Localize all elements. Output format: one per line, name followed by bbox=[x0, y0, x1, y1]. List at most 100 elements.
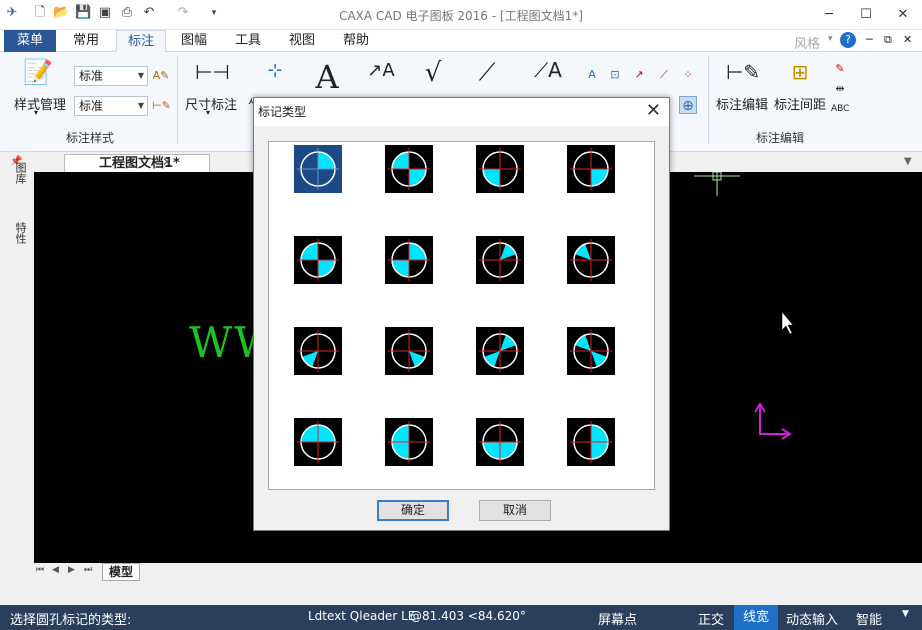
window-title: CAXA CAD 电子图板 2016 - [工程图文档1*] bbox=[339, 9, 583, 23]
mouse-pointer-icon bbox=[781, 311, 794, 335]
mark-type-option[interactable] bbox=[567, 145, 615, 193]
coordinate-icon[interactable]: ⊹ bbox=[260, 60, 290, 81]
separator bbox=[708, 56, 709, 144]
dialog-titlebar: 标记类型 ✕ bbox=[254, 98, 669, 126]
mark-type-option[interactable] bbox=[476, 236, 524, 284]
annotation-edit-button[interactable]: 标注编辑 bbox=[714, 94, 770, 113]
dim-style-value: 标准 bbox=[79, 99, 104, 113]
dim-style-icon[interactable]: ⊢✎ bbox=[152, 97, 171, 115]
roughness-icon[interactable]: √ bbox=[418, 58, 448, 88]
chamfer-icon[interactable]: ⟋ bbox=[655, 66, 673, 84]
smart-snap-toggle[interactable]: 智能 bbox=[856, 609, 882, 628]
align-annotation-icon[interactable]: ⇹ bbox=[831, 80, 849, 98]
text-style-combo[interactable]: 标准 ▼ bbox=[74, 66, 148, 86]
tab-menu[interactable]: 菜单 bbox=[4, 30, 56, 52]
text-icon[interactable]: A bbox=[312, 58, 342, 96]
style-manager-dropdown-icon[interactable]: ▾ bbox=[34, 108, 38, 117]
text-style-icon[interactable]: A✎ bbox=[152, 67, 170, 85]
status-bar: 选择圆孔标记的类型: Ldtext Qleader LE @81.403 <84… bbox=[0, 605, 922, 630]
dimension-icon[interactable]: ⊢⊣ bbox=[195, 60, 230, 84]
mark-type-option[interactable] bbox=[567, 327, 615, 375]
mark-type-grid bbox=[268, 141, 655, 490]
hole-mark-icon bbox=[297, 239, 339, 281]
mark-type-option[interactable] bbox=[567, 418, 615, 466]
status-menu-icon[interactable]: ▼ bbox=[902, 609, 909, 619]
mark-type-option[interactable] bbox=[294, 145, 342, 193]
dynamic-input-toggle[interactable]: 动态输入 bbox=[786, 609, 838, 628]
first-layout-icon[interactable]: ⏮ bbox=[36, 565, 44, 575]
mark-type-option[interactable] bbox=[385, 418, 433, 466]
dimension-dropdown-icon[interactable]: ▾ bbox=[206, 108, 210, 117]
dim-style-combo[interactable]: 标准 ▼ bbox=[74, 96, 148, 116]
ribbon-close-icon[interactable]: ✕ bbox=[903, 33, 912, 46]
left-side-panel: 📌 图库 特性 bbox=[0, 152, 34, 572]
hole-array-icon[interactable]: ⁘ bbox=[679, 66, 697, 84]
dialog-close-icon[interactable]: ✕ bbox=[646, 100, 661, 121]
tab-common[interactable]: 常用 bbox=[62, 30, 110, 52]
dimension-button[interactable]: 尺寸标注 bbox=[182, 94, 240, 113]
crosshair-cursor bbox=[694, 172, 740, 196]
mark-type-option[interactable] bbox=[385, 327, 433, 375]
geometric-tolerance-icon[interactable]: ⟋A bbox=[532, 58, 564, 82]
mark-type-option[interactable] bbox=[476, 327, 524, 375]
close-icon[interactable]: ✕ bbox=[893, 6, 913, 24]
side-tab-properties[interactable]: 特性 bbox=[10, 222, 28, 244]
style-dropdown-icon[interactable]: ▾ bbox=[828, 34, 833, 44]
ribbon-minimize-icon[interactable]: ─ bbox=[866, 33, 873, 46]
document-tab[interactable]: 工程图文档1* bbox=[64, 154, 210, 173]
ribbon-tabs: 菜单 常用 标注 图幅 工具 视图 帮助 风格 ▾ ? ─ ⧉ ✕ bbox=[0, 30, 922, 52]
hole-mark-icon bbox=[479, 421, 521, 463]
prev-layout-icon[interactable]: ◀ bbox=[52, 565, 59, 575]
cancel-button[interactable]: 取消 bbox=[479, 500, 551, 521]
style-label[interactable]: 风格 bbox=[794, 33, 820, 52]
command-history: Ldtext Qleader LE bbox=[308, 609, 416, 623]
tab-tools[interactable]: 工具 bbox=[224, 30, 272, 52]
tab-list-dropdown-icon[interactable]: ▼ bbox=[904, 156, 912, 167]
linewidth-toggle[interactable]: 线宽 bbox=[734, 605, 778, 630]
separator bbox=[177, 56, 178, 144]
arc-annotation-icon[interactable]: ↗ bbox=[630, 66, 648, 84]
hole-mark-icon[interactable]: ⊕ bbox=[679, 96, 697, 114]
next-layout-icon[interactable]: ▶ bbox=[68, 565, 75, 575]
minimize-icon[interactable]: ─ bbox=[819, 6, 839, 24]
mark-type-option[interactable] bbox=[385, 236, 433, 284]
mark-type-option[interactable] bbox=[385, 145, 433, 193]
style-manager-button[interactable]: 样式管理 bbox=[10, 94, 70, 113]
mark-type-option[interactable] bbox=[294, 327, 342, 375]
mark-type-option[interactable] bbox=[567, 236, 615, 284]
hole-mark-icon bbox=[479, 239, 521, 281]
weld-symbol-icon[interactable]: ⟋ bbox=[472, 58, 502, 86]
mark-type-option[interactable] bbox=[476, 418, 524, 466]
tab-help[interactable]: 帮助 bbox=[332, 30, 380, 52]
annotation-spacing-icon[interactable]: ⊞ bbox=[785, 60, 815, 84]
hole-mark-icon bbox=[388, 239, 430, 281]
help-icon[interactable]: ? bbox=[840, 32, 856, 48]
style-manager-icon[interactable]: 📝 bbox=[20, 58, 56, 88]
screen-point-mode[interactable]: 屏幕点 bbox=[598, 609, 637, 628]
close-doc-icon[interactable]: ✕ bbox=[162, 155, 172, 169]
spell-check-icon[interactable]: ABC bbox=[831, 100, 849, 118]
maximize-icon[interactable]: ☐ bbox=[856, 6, 876, 24]
ribbon-restore-icon[interactable]: ⧉ bbox=[884, 33, 892, 47]
hole-mark-icon bbox=[570, 148, 612, 190]
tab-sheet[interactable]: 图幅 bbox=[170, 30, 218, 52]
mark-type-option[interactable] bbox=[294, 236, 342, 284]
hole-mark-icon bbox=[570, 239, 612, 281]
last-layout-icon[interactable]: ⏭ bbox=[84, 565, 92, 575]
mark-type-option[interactable] bbox=[476, 145, 524, 193]
erase-annotation-icon[interactable]: ✎ bbox=[831, 60, 849, 78]
annotation-edit-icon[interactable]: ⊢✎ bbox=[726, 60, 760, 84]
table-annotation-icon[interactable]: ⊡ bbox=[606, 66, 624, 84]
tab-model[interactable]: 模型 bbox=[102, 563, 141, 581]
tab-annotation[interactable]: 标注 bbox=[116, 30, 166, 52]
datum-icon[interactable]: ↗A bbox=[366, 60, 396, 81]
hole-mark-icon bbox=[388, 148, 430, 190]
mark-type-option[interactable] bbox=[294, 418, 342, 466]
ortho-toggle[interactable]: 正交 bbox=[698, 609, 724, 628]
layout-tabs-bar: ⏮ ◀ ▶ ⏭ 模型 bbox=[34, 563, 922, 581]
annotation-spacing-button[interactable]: 标注间距 bbox=[772, 94, 828, 113]
side-tab-library[interactable]: 图库 bbox=[10, 162, 28, 184]
leader-icon[interactable]: A bbox=[583, 66, 601, 84]
ok-button[interactable]: 确定 bbox=[377, 500, 449, 521]
tab-view[interactable]: 视图 bbox=[278, 30, 326, 52]
